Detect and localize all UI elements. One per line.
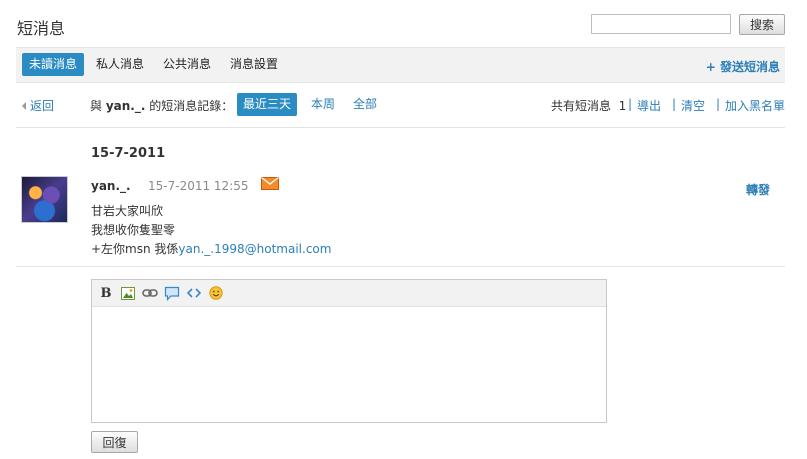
filter-last-three-days[interactable]: 最近三天 — [237, 93, 298, 116]
email-link[interactable]: yan._.1998@hotmail.com — [178, 242, 331, 256]
message-line: 我想收你隻聖零 — [91, 223, 176, 237]
tab-private[interactable]: 私人消息 — [89, 53, 151, 76]
total-count-text: 共有短消息 1 — [551, 97, 626, 114]
search-input[interactable] — [591, 14, 731, 34]
separator: | — [628, 97, 633, 111]
record-user: yan._. — [105, 99, 146, 113]
date-heading: 15-7-2011 — [91, 146, 166, 161]
mail-icon[interactable] — [261, 177, 279, 190]
record-suffix: 的短消息記錄： — [149, 99, 234, 113]
search-button[interactable]: 搜索 — [739, 14, 785, 35]
tab-public[interactable]: 公共消息 — [156, 53, 218, 76]
separator: | — [672, 97, 677, 111]
code-icon[interactable] — [186, 285, 202, 301]
divider — [16, 266, 785, 267]
record-label: 與 yan._. 的短消息記錄： — [90, 97, 233, 114]
bold-icon[interactable]: B — [98, 285, 114, 301]
tab-settings[interactable]: 消息設置 — [223, 53, 285, 76]
blacklist-link[interactable]: 加入黑名單 — [725, 97, 785, 114]
editor-toolbar: B — [92, 280, 606, 307]
back-link[interactable]: 返回 — [22, 97, 54, 114]
back-label: 返回 — [30, 99, 55, 113]
smiley-icon[interactable] — [208, 285, 224, 301]
message-timestamp: 15-7-2011 12:55 — [148, 179, 249, 193]
image-icon[interactable] — [120, 285, 136, 301]
filter-this-week[interactable]: 本周 — [305, 93, 341, 116]
back-arrow-icon — [22, 101, 26, 110]
separator: | — [716, 97, 721, 111]
reply-button[interactable]: 回復 — [91, 431, 138, 453]
link-icon[interactable] — [142, 285, 158, 301]
page-title: 短消息 — [17, 19, 66, 38]
reply-textarea[interactable] — [92, 307, 606, 422]
divider — [16, 127, 785, 128]
avatar[interactable] — [21, 176, 68, 223]
message-line: +左你msn 我係yan._.1998@hotmail.com — [91, 240, 331, 257]
quote-icon[interactable] — [164, 285, 180, 301]
total-count: 1 — [618, 99, 627, 113]
sender-name[interactable]: yan._. — [91, 179, 131, 193]
forward-link[interactable]: 轉發 — [746, 181, 770, 198]
clear-link[interactable]: 清空 — [681, 97, 705, 114]
filter-all[interactable]: 全部 — [347, 93, 383, 116]
export-link[interactable]: 導出 — [637, 97, 661, 114]
message-line: 甘岩大家叫欣 — [91, 204, 164, 218]
tab-unread[interactable]: 未讀消息 — [22, 53, 85, 76]
compose-message-link[interactable]: + 發送短消息 — [706, 58, 780, 75]
total-label: 共有短消息 — [551, 99, 612, 113]
record-prefix: 與 — [90, 99, 103, 113]
reply-editor: B — [91, 279, 607, 423]
message-line-text: +左你msn 我係 — [91, 242, 179, 256]
